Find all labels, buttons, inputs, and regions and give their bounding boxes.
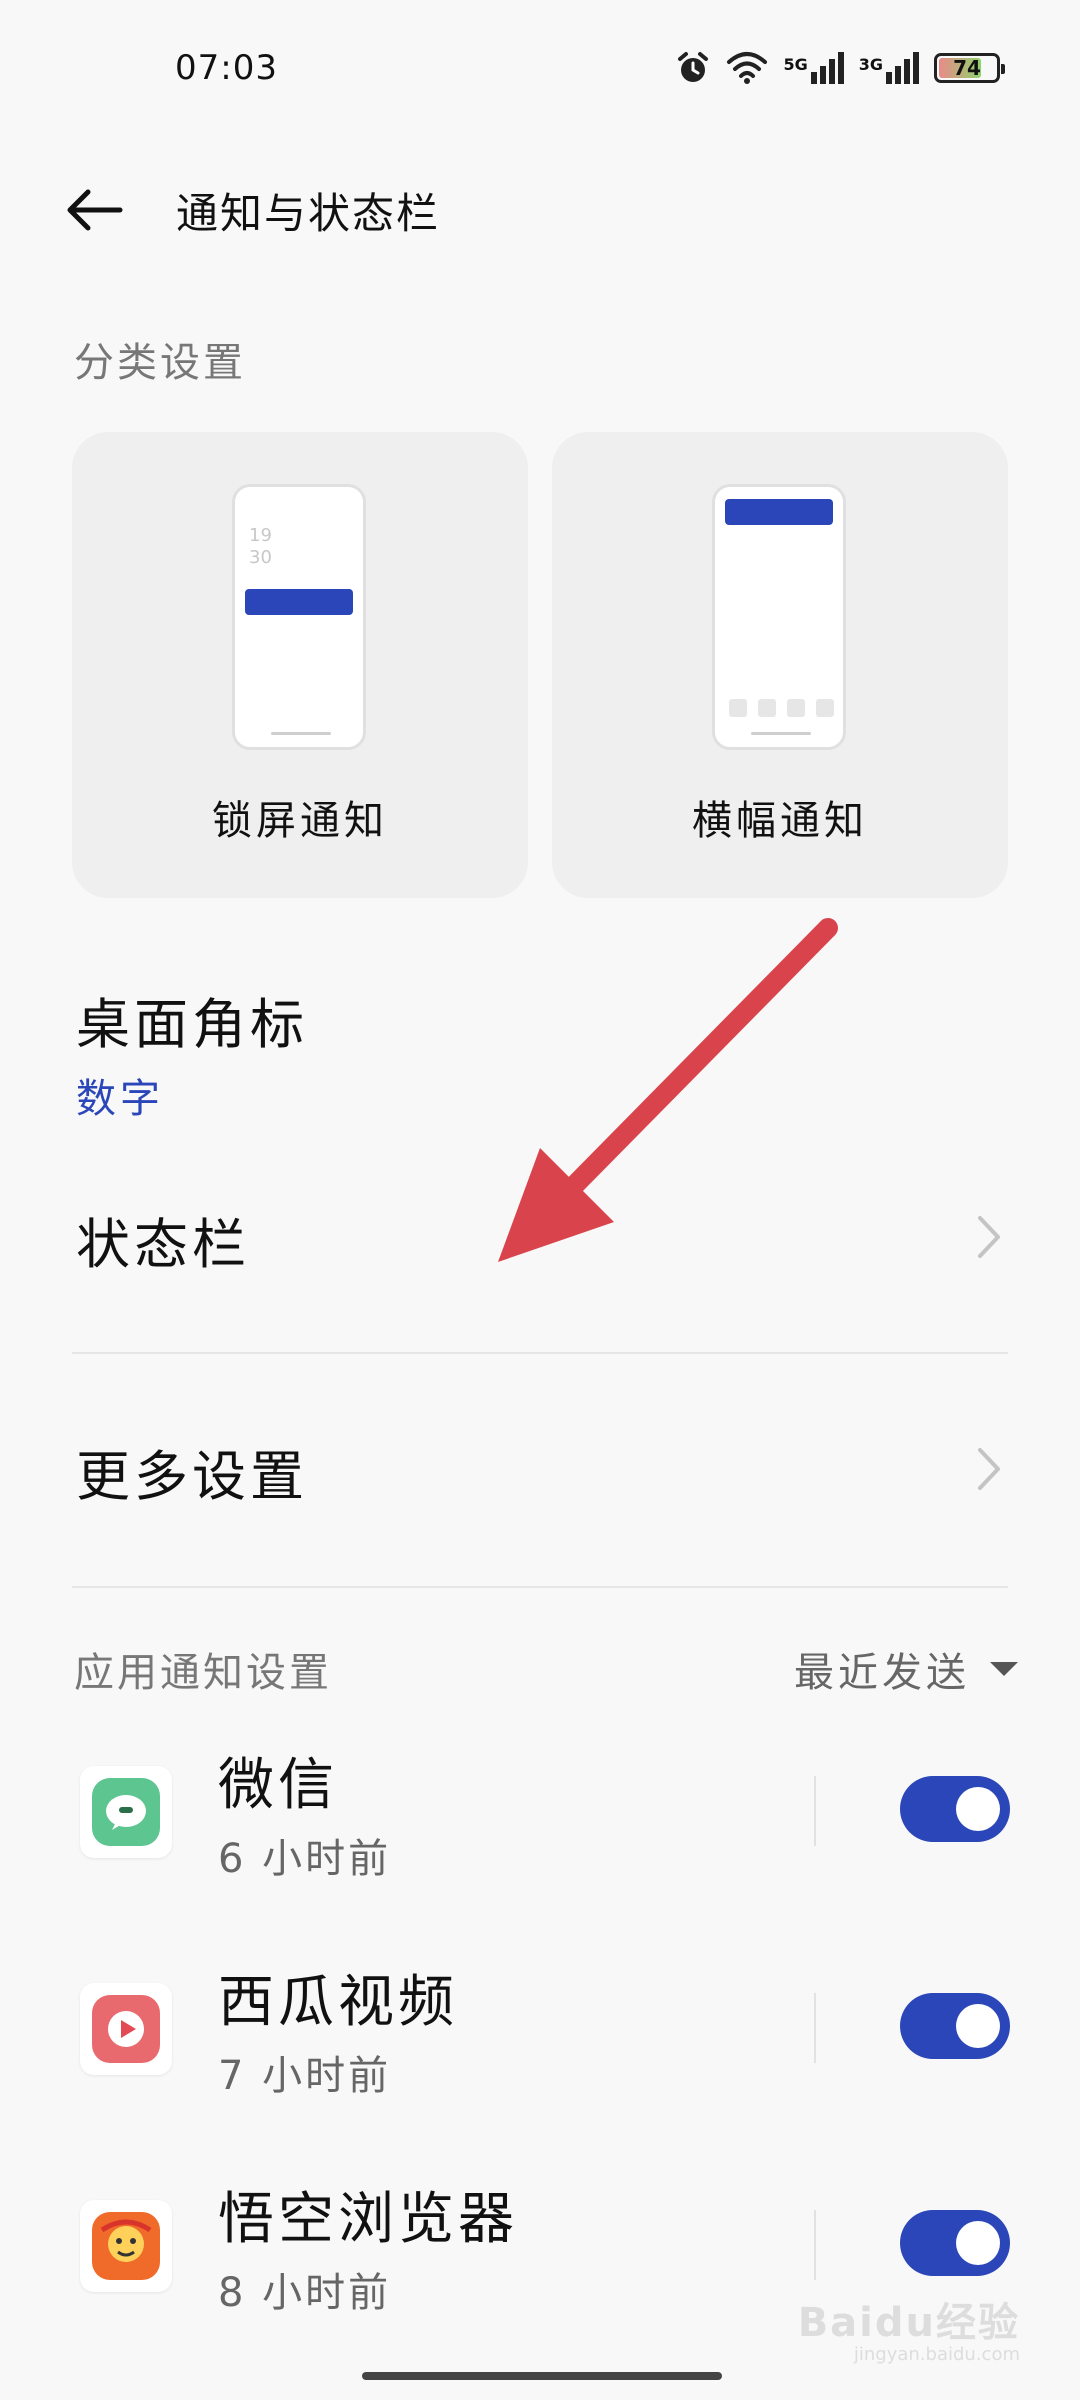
- desktop-badge-value: 数字: [76, 1076, 164, 1122]
- app-name: 西瓜视频: [218, 1970, 458, 2035]
- app-header: 通知与状态栏: [0, 170, 1080, 250]
- banner-notification-card[interactable]: 横幅通知: [552, 432, 1008, 898]
- sort-dropdown-label: 最近发送: [794, 1650, 970, 1696]
- category-section-label: 分类设置: [74, 340, 246, 386]
- wechat-notification-toggle[interactable]: [900, 1776, 1010, 1842]
- home-indicator[interactable]: [362, 2372, 722, 2380]
- page-title: 通知与状态栏: [176, 189, 441, 238]
- divider: [72, 1352, 1008, 1354]
- chevron-right-icon: [978, 1216, 1000, 1258]
- wukong-browser-app-icon: [80, 2200, 172, 2292]
- desktop-badge-title: 桌面角标: [76, 993, 308, 1056]
- status-icons: 5G 3G 74: [675, 50, 1005, 86]
- banner-notification-label: 横幅通知: [692, 798, 868, 844]
- watermark-url: jingyan.baidu.com: [853, 2344, 1020, 2365]
- preview-clock: 19 30: [249, 525, 272, 568]
- wifi-icon: [727, 52, 768, 84]
- alarm-icon: [678, 52, 709, 82]
- divider: [72, 1586, 1008, 1588]
- xigua-video-notification-toggle[interactable]: [900, 1993, 1010, 2059]
- signal-3g-icon: 3G: [859, 52, 920, 84]
- wukong-browser-notification-toggle[interactable]: [900, 2210, 1010, 2276]
- separator: [814, 1993, 816, 2063]
- battery-icon: 74: [934, 53, 1005, 83]
- banner-preview-illustration: [712, 484, 846, 750]
- wechat-app-icon: [80, 1766, 172, 1858]
- app-last-sent: 8 小时前: [218, 2270, 392, 2316]
- sort-dropdown[interactable]: 最近发送: [794, 1640, 1018, 1698]
- app-name: 悟空浏览器: [218, 2187, 518, 2252]
- battery-level: 74: [953, 56, 981, 80]
- app-row-xigua-video[interactable]: 西瓜视频 7 小时前: [0, 1957, 1080, 2127]
- separator: [814, 2210, 816, 2280]
- status-time: 07:03: [175, 48, 278, 88]
- app-last-sent: 7 小时前: [218, 2053, 392, 2099]
- watermark-logo: Baidu经验: [797, 2300, 1020, 2346]
- app-name: 微信: [218, 1753, 338, 1818]
- app-last-sent: 6 小时前: [218, 1836, 392, 1882]
- chevron-right-icon: [978, 1448, 1000, 1490]
- app-notification-section-label: 应用通知设置: [74, 1650, 332, 1696]
- lockscreen-preview-illustration: 19 30: [232, 484, 366, 750]
- separator: [814, 1776, 816, 1846]
- back-arrow-icon[interactable]: [62, 182, 126, 238]
- more-settings-title: 更多设置: [76, 1445, 308, 1508]
- statusbar-title: 状态栏: [76, 1213, 250, 1276]
- app-row-wechat[interactable]: 微信 6 小时前: [0, 1740, 1080, 1910]
- lockscreen-notification-card[interactable]: 19 30 锁屏通知: [72, 432, 528, 898]
- status-bar: 07:03 5G 3G 74: [0, 0, 1080, 140]
- xigua-video-app-icon: [80, 1983, 172, 2075]
- dropdown-caret-icon: [990, 1662, 1018, 1676]
- signal-5g-icon: 5G: [783, 52, 844, 84]
- lockscreen-notification-label: 锁屏通知: [212, 798, 388, 844]
